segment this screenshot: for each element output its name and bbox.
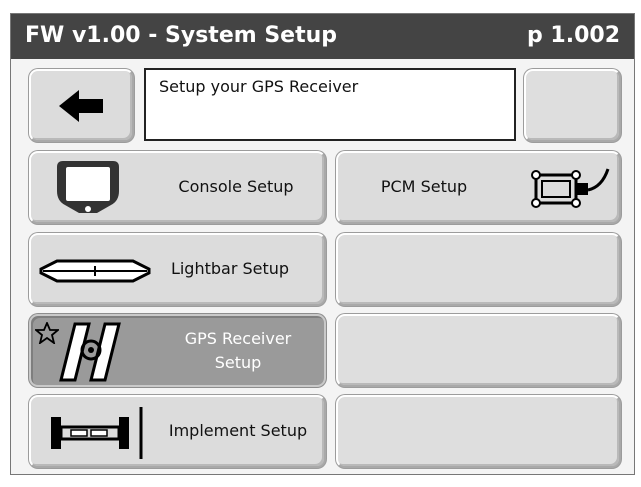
- blank-button-top[interactable]: [524, 69, 621, 142]
- blank-button-row4[interactable]: [336, 314, 621, 387]
- pcm-setup-label: PCM Setup: [380, 177, 468, 196]
- back-button[interactable]: [29, 69, 134, 142]
- pcm-module-icon: [531, 168, 610, 208]
- gps-receiver-label-line2: Setup: [214, 353, 262, 372]
- left-arrow-icon: [59, 90, 103, 122]
- gps-receiver-label-line1: GPS Receiver: [184, 329, 292, 348]
- info-text: Setup your GPS Receiver: [159, 77, 359, 96]
- info-text-box: Setup your GPS Receiver: [144, 68, 516, 141]
- system-setup-screen: FW v1.00 - System Setup p 1.002 Setup yo…: [10, 13, 635, 475]
- lightbar-setup-label: Lightbar Setup: [170, 259, 290, 278]
- gps-receiver-setup-button[interactable]: GPS Receiver Setup: [29, 314, 326, 387]
- blank-button-row3[interactable]: [336, 233, 621, 306]
- star-icon: [35, 322, 59, 344]
- console-setup-button[interactable]: Console Setup: [29, 151, 326, 224]
- console-setup-label: Console Setup: [178, 177, 294, 196]
- implement-setup-label: Implement Setup: [168, 421, 308, 440]
- gps-receiver-icon: [59, 322, 121, 382]
- page-number: p 1.002: [527, 23, 620, 48]
- lightbar-setup-button[interactable]: Lightbar Setup: [29, 233, 326, 306]
- pcm-setup-button[interactable]: PCM Setup: [336, 151, 621, 224]
- lightbar-icon: [39, 259, 151, 283]
- implement-icon: [51, 407, 143, 459]
- title-bar: FW v1.00 - System Setup p 1.002: [11, 14, 634, 59]
- implement-setup-button[interactable]: Implement Setup: [29, 395, 326, 468]
- window-title: FW v1.00 - System Setup: [25, 23, 338, 48]
- console-icon: [57, 161, 119, 213]
- blank-button-row5[interactable]: [336, 395, 621, 468]
